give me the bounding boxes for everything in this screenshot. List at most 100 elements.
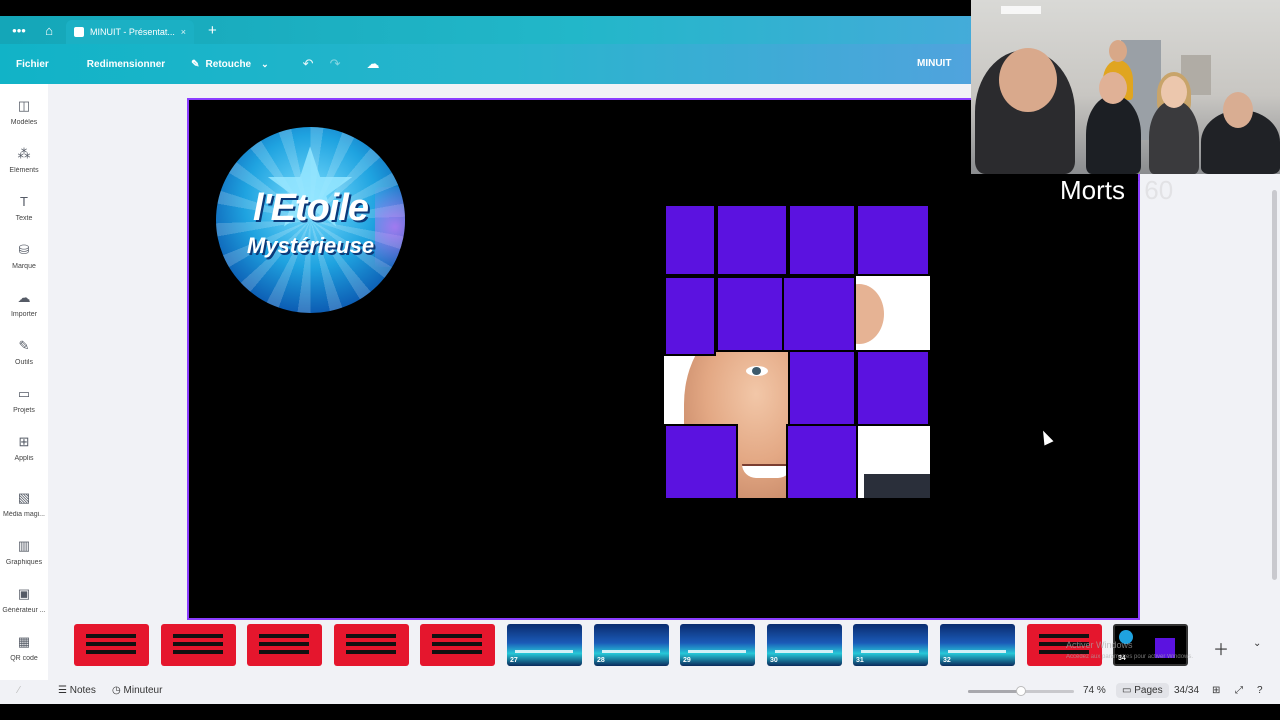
page-number: 28	[597, 657, 605, 664]
page-number: 32	[943, 657, 951, 664]
fullscreen-icon[interactable]: ⤢	[1235, 685, 1243, 696]
thumbnail-text-line	[86, 650, 136, 654]
puzzle-tile[interactable]	[782, 276, 856, 352]
puzzle-tile[interactable]	[788, 204, 856, 276]
thumbnail-text-line	[948, 650, 1006, 653]
elements-icon: ⁂	[17, 146, 31, 161]
grid-view-icon[interactable]: ⊞	[1212, 685, 1220, 696]
page-thumbnail[interactable]	[247, 624, 322, 666]
webcam-person	[1086, 95, 1141, 174]
sidebar-item-qr-code[interactable]: ▦ QR code	[0, 634, 48, 662]
puzzle-tile[interactable]	[716, 204, 788, 276]
page-thumbnail[interactable]	[74, 624, 149, 666]
add-page-button[interactable]: ＋	[1213, 636, 1229, 660]
page-counter: 34/34	[1174, 685, 1200, 696]
status-bar: ⁄ ☰ Notes ◷ Minuteur 74 % ▭ Pages 34/34 …	[0, 680, 1280, 704]
puzzle-tile[interactable]	[856, 204, 930, 276]
hide-panel-icon[interactable]: ⁄	[18, 685, 20, 696]
zoom-level[interactable]: 74 %	[1083, 685, 1106, 696]
page-thumbnail[interactable]: 28	[594, 624, 669, 666]
sidebar-item-label: Éléments	[9, 167, 39, 174]
close-tab-icon[interactable]: ×	[181, 27, 186, 37]
document-name[interactable]: MINUIT	[917, 58, 951, 69]
sidebar-item-templates[interactable]: ◫ Modèles	[0, 98, 48, 126]
sidebar-item-magic-media[interactable]: ▧ Média magi...	[0, 490, 48, 518]
redo-icon[interactable]: ↷	[330, 56, 341, 72]
page-thumbnail[interactable]: 30	[767, 624, 842, 666]
page-number: 29	[683, 657, 691, 664]
sidebar-item-apps[interactable]: ⊞ Applis	[0, 434, 48, 462]
chevron-down-icon: ⌄	[261, 58, 269, 69]
deaths-separator: /	[1131, 175, 1139, 205]
chart-icon: ▥	[17, 538, 31, 553]
etoile-mysterieuse-logo[interactable]: ★ l'Etoile Mystérieuse	[216, 127, 405, 313]
sidebar-item-uploads[interactable]: ☁ Importer	[0, 290, 48, 318]
zoom-slider-knob[interactable]	[1016, 686, 1026, 696]
resize-button[interactable]: Redimensionner	[87, 59, 165, 70]
puzzle-tile[interactable]	[856, 350, 930, 426]
page-thumbnail[interactable]	[161, 624, 236, 666]
puzzle-tile[interactable]	[664, 204, 716, 276]
sidebar-item-projects[interactable]: ▭ Projets	[0, 386, 48, 414]
page-thumbnail[interactable]	[334, 624, 409, 666]
sidebar-item-tools[interactable]: ✎ Outils	[0, 338, 48, 366]
puzzle-tile[interactable]	[716, 276, 786, 352]
puzzle-tile[interactable]	[664, 424, 738, 498]
sidebar-item-charts[interactable]: ▥ Graphiques	[0, 538, 48, 566]
brand-icon: ⛁	[18, 242, 30, 257]
webcam-light	[1001, 6, 1041, 14]
puzzle-tile[interactable]	[788, 350, 856, 426]
webcam-person-head	[999, 48, 1057, 112]
sidebar-item-elements[interactable]: ⁂ Éléments	[0, 146, 48, 174]
sidebar-item-label: Modèles	[10, 119, 38, 126]
menu-dots-icon[interactable]: •••	[8, 23, 30, 38]
page-thumbnail[interactable]	[420, 624, 495, 666]
vertical-scrollbar[interactable]	[1272, 190, 1277, 580]
notes-button[interactable]: ☰ Notes	[58, 685, 96, 696]
home-icon[interactable]: ⌂	[38, 23, 60, 38]
pages-label: Pages	[1134, 685, 1163, 696]
timer-label: Minuteur	[123, 685, 163, 696]
canva-favicon-icon	[74, 27, 84, 37]
thumbnail-text-line	[346, 650, 396, 654]
page-thumbnail[interactable]: 32	[940, 624, 1015, 666]
puzzle-tile[interactable]	[786, 424, 858, 498]
thumbnail-text-line	[515, 650, 573, 653]
thumbnail-text-line	[432, 650, 482, 654]
photo-puzzle[interactable]	[664, 204, 930, 498]
sidebar-item-brand[interactable]: ⛁ Marque	[0, 242, 48, 270]
sidebar-item-label: Texte	[15, 215, 33, 222]
thumbnail-text-line	[259, 642, 309, 646]
page-thumbnail[interactable]: 29	[680, 624, 755, 666]
webcam-person-head	[1099, 72, 1127, 104]
help-icon[interactable]: ?	[1257, 685, 1263, 696]
folder-icon: ▭	[17, 386, 31, 401]
templates-icon: ◫	[17, 98, 31, 113]
timer-icon: ◷	[112, 685, 124, 696]
pages-button[interactable]: ▭ Pages	[1116, 683, 1169, 698]
page-thumbnail[interactable]: 31	[853, 624, 928, 666]
puzzle-tile[interactable]	[664, 276, 716, 356]
zoom-slider[interactable]	[968, 686, 1074, 696]
sidebar-item-label: Marque	[12, 263, 36, 270]
chevron-down-icon[interactable]: ⌄	[1253, 638, 1261, 649]
retouch-menu-button[interactable]: ✎ Retouche ⌄	[191, 59, 269, 70]
page-thumbnail[interactable]: 27	[507, 624, 582, 666]
text-icon: T	[20, 194, 28, 209]
sidebar-item-text[interactable]: T Texte	[0, 194, 48, 222]
undo-icon[interactable]: ↶	[303, 56, 314, 72]
left-sidebar: ◫ Modèles ⁂ Éléments T Texte ⛁ Marque ☁ …	[0, 84, 48, 680]
deaths-label: Morts	[1060, 175, 1125, 205]
timer-button[interactable]: ◷ Minuteur	[112, 685, 162, 696]
thumbnail-text-line	[775, 650, 833, 653]
cloud-save-icon[interactable]: ☁	[366, 56, 379, 72]
new-tab-button[interactable]: +	[208, 22, 217, 39]
screen: ••• ⌂ MINUIT - Présentat... × + Fichier …	[0, 0, 1280, 720]
thumbnail-text-line	[173, 634, 223, 638]
thumbnail-text-line	[432, 642, 482, 646]
sidebar-item-generator[interactable]: ▣ Générateur ...	[0, 586, 48, 614]
thumbnail-text-line	[86, 642, 136, 646]
file-menu-button[interactable]: Fichier	[16, 59, 49, 70]
browser-tab[interactable]: MINUIT - Présentat... ×	[66, 20, 194, 44]
zoom-slider-fill	[968, 690, 1021, 693]
